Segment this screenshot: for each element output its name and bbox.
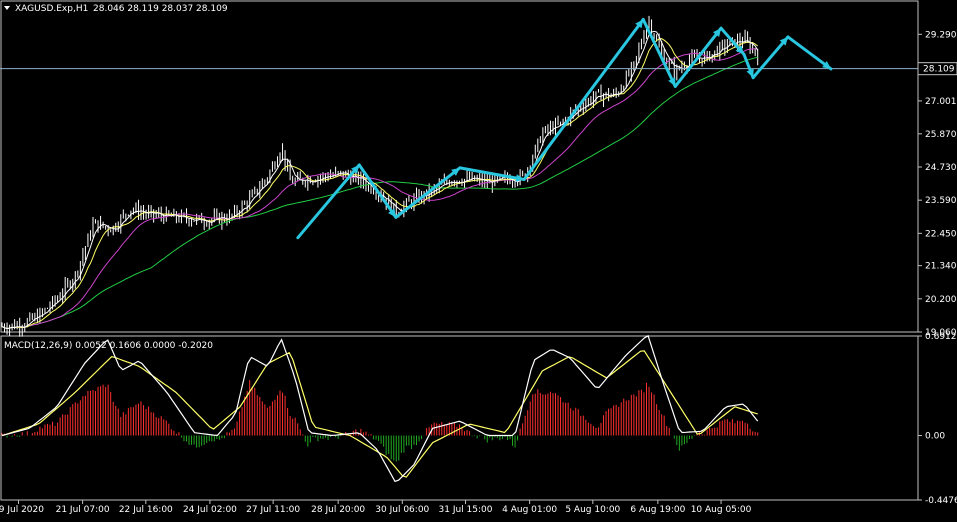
macd-axis-label: 0.00 bbox=[925, 432, 945, 442]
current-price-label: 28.109 bbox=[923, 65, 955, 75]
time-axis-label: 22 Jul 16:00 bbox=[119, 505, 173, 515]
down-triangle-icon[interactable] bbox=[4, 6, 10, 10]
time-axis-label: 27 Jul 11:00 bbox=[246, 505, 300, 515]
macd-axis-label: -0.4476 bbox=[925, 496, 957, 506]
time-axis-label: 4 Aug 01:00 bbox=[502, 505, 557, 515]
ohlc-readout: 28.046 28.119 28.037 28.109 bbox=[93, 4, 228, 14]
projection-segment bbox=[673, 26, 723, 88]
price-axis-label: 29.290 bbox=[925, 30, 957, 40]
projection-segment bbox=[394, 166, 462, 219]
time-axis-label: 10 Aug 05:00 bbox=[691, 505, 752, 515]
ma-mid-line bbox=[1, 48, 758, 330]
chart-canvas[interactable]: 29.290 27.001 25.870 24.730 23.590 22.450 21.3… bbox=[0, 0, 957, 518]
price-axis-label: 24.730 bbox=[925, 163, 957, 173]
price-axis-label: 27.001 bbox=[925, 97, 957, 107]
macd-axis-label: 0.6912 bbox=[925, 332, 957, 342]
price-axis-label: 20.200 bbox=[925, 295, 957, 305]
time-axis-label: 28 Jul 20:00 bbox=[311, 505, 365, 515]
symbol-title: XAGUSD.Exp,H1 bbox=[15, 4, 88, 14]
price-axis-label: 21.340 bbox=[925, 262, 957, 272]
time-axis-label: 5 Aug 10:00 bbox=[565, 505, 620, 515]
projection-segment bbox=[357, 163, 398, 219]
time-axis-label: 6 Aug 19:00 bbox=[630, 505, 685, 515]
time-axis-label: 19 Jul 2020 bbox=[0, 505, 44, 515]
projection-segment bbox=[296, 163, 361, 240]
time-axis-label: 30 Jul 06:00 bbox=[375, 505, 429, 515]
time-axis-label: 21 Jul 07:00 bbox=[56, 505, 110, 515]
price-axis-label: 23.590 bbox=[925, 196, 957, 206]
time-axis-label: 24 Jul 02:00 bbox=[183, 505, 237, 515]
macd-title: MACD(12,26,9) 0.0052 0.1606 0.0000 -0.20… bbox=[4, 341, 213, 351]
time-axis-label: 31 Jul 15:00 bbox=[439, 505, 493, 515]
price-axis-label: 22.450 bbox=[925, 229, 957, 239]
price-axis-label: 25.870 bbox=[925, 130, 957, 140]
trading-chart[interactable]: 29.290 27.001 25.870 24.730 23.590 22.450 21.3… bbox=[0, 0, 957, 518]
